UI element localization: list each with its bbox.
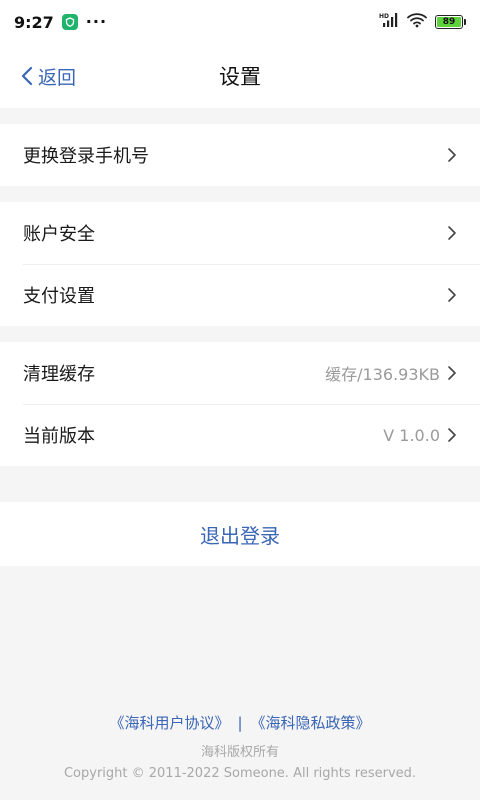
chevron-right-icon (448, 288, 456, 302)
page-title: 设置 (219, 65, 261, 89)
setting-account-security[interactable]: 账户安全 (0, 202, 480, 264)
group-phone: 更换登录手机号 (0, 124, 480, 186)
signal-icon: HD (379, 12, 399, 32)
logout-button[interactable]: 退出登录 (0, 502, 480, 566)
logout-section: 退出登录 (0, 502, 480, 566)
nav-bar: 返回 设置 (0, 44, 480, 108)
setting-label: 账户安全 (23, 224, 95, 245)
chevron-right-icon (448, 366, 456, 380)
chevron-right-icon (448, 148, 456, 162)
chevron-right-icon (448, 428, 456, 442)
status-left: 9:27 ··· (14, 13, 107, 32)
link-separator: | (237, 713, 243, 732)
cache-size-value: 缓存/136.93KB (325, 365, 440, 384)
setting-current-version[interactable]: 当前版本 V 1.0.0 (0, 404, 480, 466)
back-button[interactable]: 返回 (20, 44, 76, 108)
back-label: 返回 (38, 66, 77, 89)
footer: 《海科用户协议》 | 《海科隐私政策》 海科版权所有 Copyright © 2… (0, 712, 480, 782)
status-time: 9:27 (14, 12, 54, 32)
setting-clear-cache[interactable]: 清理缓存 缓存/136.93KB (0, 342, 480, 404)
setting-payment[interactable]: 支付设置 (0, 264, 480, 326)
version-value: V 1.0.0 (383, 425, 440, 445)
footer-links: 《海科用户协议》 | 《海科隐私政策》 (0, 712, 480, 733)
group-account: 账户安全 支付设置 (0, 202, 480, 326)
svg-text:HD: HD (379, 13, 389, 20)
wifi-icon (407, 12, 427, 32)
shield-icon (61, 14, 78, 30)
chevron-left-icon (21, 66, 33, 86)
copyright-text: Copyright © 2011-2022 Someone. All right… (63, 766, 417, 781)
more-notifications-icon: ··· (85, 12, 108, 31)
battery-level: 89 (437, 17, 461, 27)
user-agreement-link[interactable]: 《海科用户协议》 (109, 712, 229, 733)
group-app: 清理缓存 缓存/136.93KB 当前版本 V 1.0.0 (0, 342, 480, 466)
chevron-right-icon (448, 226, 456, 240)
setting-label: 支付设置 (23, 286, 95, 307)
privacy-policy-link[interactable]: 《海科隐私政策》 (251, 712, 371, 733)
setting-label: 当前版本 (23, 426, 95, 447)
rights-text: 海科版权所有 (200, 745, 279, 760)
status-right: HD 89 (379, 12, 466, 32)
setting-change-phone[interactable]: 更换登录手机号 (0, 124, 480, 186)
setting-label: 更换登录手机号 (23, 146, 149, 167)
setting-label: 清理缓存 (23, 364, 95, 385)
status-bar: 9:27 ··· HD 89 (0, 0, 480, 44)
battery-icon: 89 (435, 15, 466, 29)
